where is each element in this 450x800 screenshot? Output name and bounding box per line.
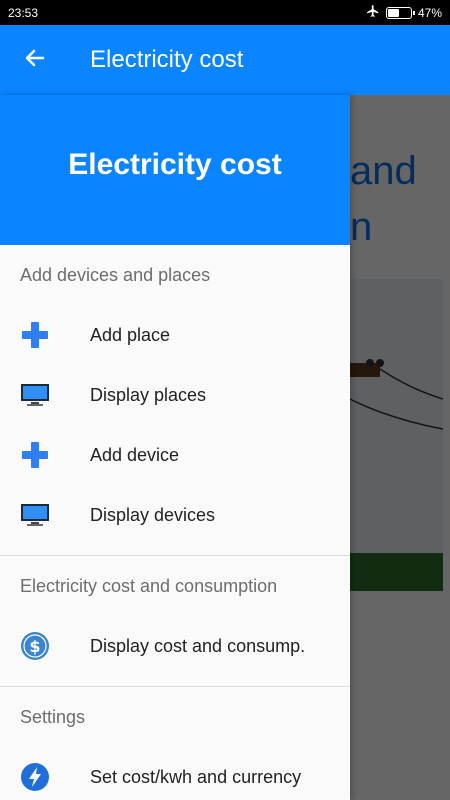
drawer-header: Electricity cost	[0, 95, 350, 245]
app-title: Electricity cost	[90, 46, 244, 73]
battery-percent: 47%	[417, 5, 442, 20]
monitor-icon	[0, 365, 90, 425]
menu-label: Display places	[90, 384, 207, 405]
section-header-settings: Settings	[20, 706, 86, 727]
back-button[interactable]	[0, 25, 70, 95]
menu-item-display-devices[interactable]: Display devices	[0, 485, 350, 545]
drawer-scrim[interactable]	[350, 95, 450, 800]
navigation-drawer: Electricity cost Add devices and places …	[0, 95, 350, 800]
airplane-icon	[366, 4, 380, 21]
drawer-title: Electricity cost	[68, 148, 282, 181]
menu-label: Set cost/kwh and currency	[90, 766, 302, 787]
arrow-left-icon	[23, 46, 47, 75]
status-icons: 47%	[366, 4, 442, 21]
menu-item-display-cost[interactable]: $ Display cost and consump.	[0, 616, 350, 676]
svg-text:$: $	[29, 637, 40, 656]
app-bar: Electricity cost	[0, 25, 450, 95]
dollar-circle-icon: $	[0, 616, 90, 676]
plus-icon	[0, 425, 90, 485]
menu-item-add-place[interactable]: Add place	[0, 305, 350, 365]
monitor-icon	[0, 485, 90, 545]
status-bar: 23:53 47%	[0, 0, 450, 25]
section-header-devices-places: Add devices and places	[20, 264, 211, 285]
menu-label: Display cost and consump.	[90, 635, 306, 656]
status-time: 23:53	[8, 5, 39, 20]
menu-item-add-device[interactable]: Add device	[0, 425, 350, 485]
menu-item-set-cost-currency[interactable]: Set cost/kwh and currency	[0, 747, 350, 800]
menu-label: Add device	[90, 444, 180, 465]
menu-label: Display devices	[90, 504, 216, 525]
menu-item-display-places[interactable]: Display places	[0, 365, 350, 425]
lightning-circle-icon	[0, 747, 90, 800]
battery-level-fill	[387, 8, 400, 17]
battery-icon	[385, 6, 415, 19]
plus-icon	[0, 305, 90, 365]
menu-label: Add place	[90, 324, 171, 345]
section-header-cost-consumption: Electricity cost and consumption	[20, 575, 278, 596]
